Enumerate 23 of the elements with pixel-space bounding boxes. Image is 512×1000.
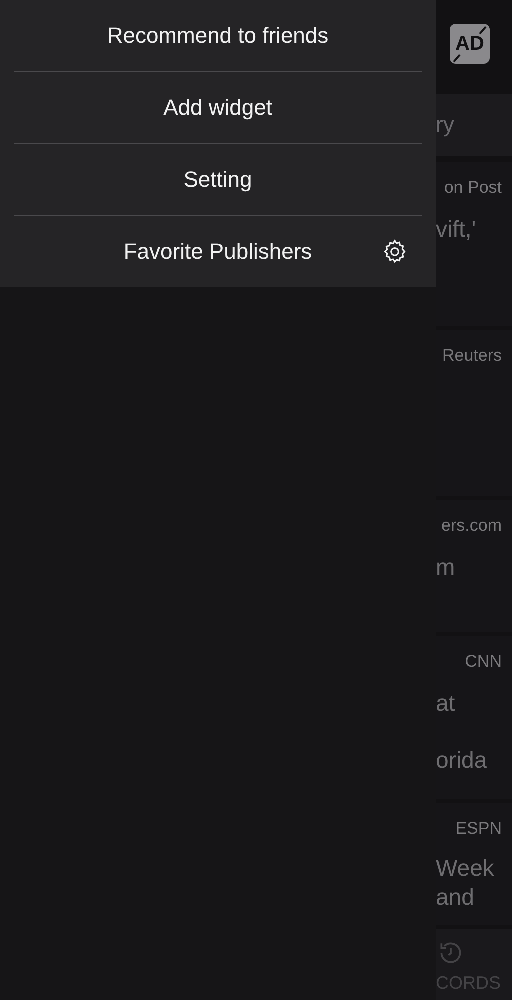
headline-text: m	[436, 554, 456, 581]
headline-text: orida	[436, 747, 488, 774]
menu-item[interactable]: Setting	[184, 166, 252, 192]
ad-block-button[interactable]: AD	[450, 24, 490, 64]
headline-text: vift,'	[436, 216, 478, 243]
publisher-name: Reuters	[442, 346, 502, 366]
publisher-name: on Post	[444, 178, 502, 198]
news-card[interactable]: on Post vift,'	[436, 162, 512, 326]
news-card[interactable]: ers.com m	[436, 500, 512, 632]
search-field[interactable]: ry	[436, 94, 512, 156]
headline-text: at	[436, 690, 456, 717]
headline-text: Week	[436, 855, 496, 882]
news-card[interactable]: ESPN Week and	[436, 803, 512, 925]
menu-item[interactable]: Recommend to friends	[107, 22, 329, 48]
publisher-name: CNN	[465, 652, 502, 672]
publisher-name: ESPN	[456, 819, 502, 839]
headline-text: and	[436, 884, 476, 911]
publisher-name: ers.com	[442, 516, 502, 536]
menu-item[interactable]: Favorite Publishers	[124, 238, 312, 264]
news-card[interactable]: Reuters	[436, 330, 512, 496]
news-card[interactable]: CNN at orida	[436, 636, 512, 799]
settings-icon[interactable]	[382, 238, 408, 264]
menu-item[interactable]: Add widget	[164, 94, 272, 120]
